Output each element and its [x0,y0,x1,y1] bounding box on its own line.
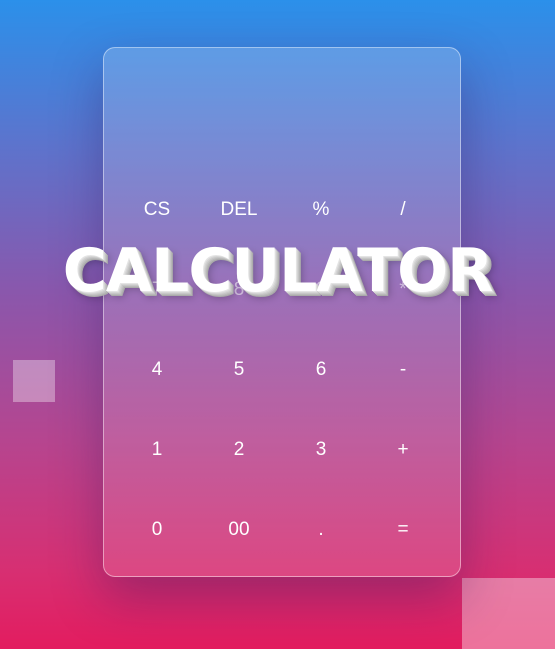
double-zero-button[interactable]: 00 [198,490,280,570]
digit-8-button[interactable]: 8 [198,250,280,330]
equals-button[interactable]: = [362,490,444,570]
add-button[interactable]: + [362,410,444,490]
digit-4-button[interactable]: 4 [116,330,198,410]
decorative-square-right [462,578,555,649]
digit-7-button[interactable]: 7 [116,250,198,330]
percent-button[interactable]: % [280,170,362,250]
digit-2-button[interactable]: 2 [198,410,280,490]
calculator-display [104,48,460,168]
delete-button[interactable]: DEL [198,170,280,250]
digit-3-button[interactable]: 3 [280,410,362,490]
digit-5-button[interactable]: 5 [198,330,280,410]
subtract-button[interactable]: - [362,330,444,410]
multiply-button[interactable]: * [362,250,444,330]
digit-1-button[interactable]: 1 [116,410,198,490]
decorative-square-left [13,360,55,402]
digit-0-button[interactable]: 0 [116,490,198,570]
divide-button[interactable]: / [362,170,444,250]
digit-6-button[interactable]: 6 [280,330,362,410]
clear-button[interactable]: CS [116,170,198,250]
keypad: CS DEL % / 7 8 9 * 4 5 6 - 1 2 3 + 0 00 … [116,170,444,570]
decimal-button[interactable]: . [280,490,362,570]
calculator-panel: CS DEL % / 7 8 9 * 4 5 6 - 1 2 3 + 0 00 … [103,47,461,577]
digit-9-button[interactable]: 9 [280,250,362,330]
